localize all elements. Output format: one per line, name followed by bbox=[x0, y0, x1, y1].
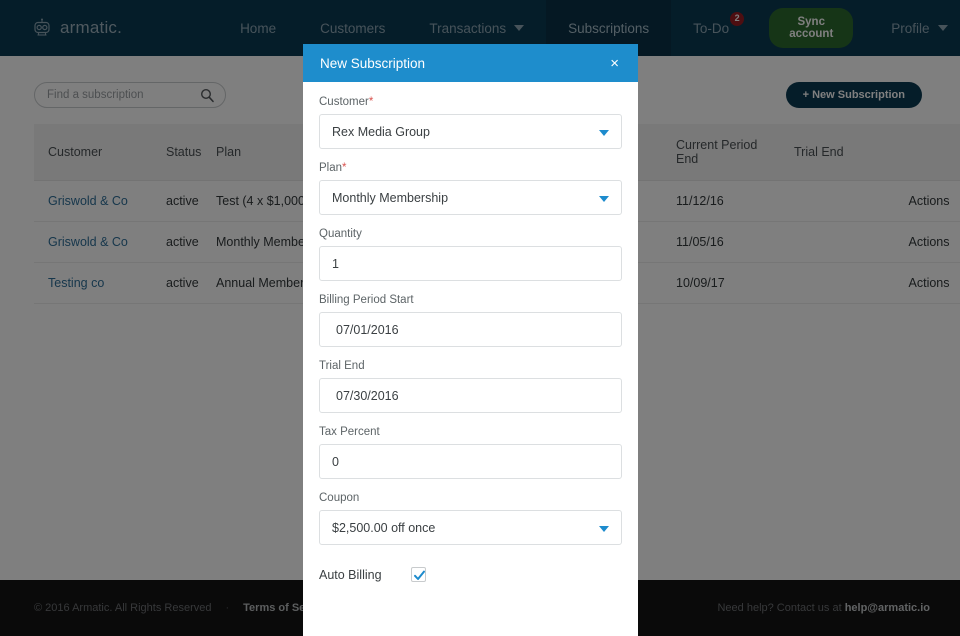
modal-header: New Subscription × bbox=[303, 44, 638, 82]
label-customer-text: Customer bbox=[319, 96, 369, 108]
quantity-input-value: 1 bbox=[332, 256, 339, 271]
field-coupon: Coupon $2,500.00 off once bbox=[319, 492, 622, 545]
chevron-down-icon bbox=[599, 130, 609, 136]
label-quantity: Quantity bbox=[319, 228, 362, 240]
chevron-down-icon bbox=[599, 526, 609, 532]
auto-billing-checkbox[interactable] bbox=[411, 567, 426, 582]
customer-select[interactable]: Rex Media Group bbox=[319, 114, 622, 149]
field-auto-billing: Auto Billing bbox=[319, 567, 622, 582]
billing-period-start-input[interactable]: 07/01/2016 bbox=[319, 312, 622, 347]
field-customer: Customer* Rex Media Group bbox=[319, 96, 622, 149]
required-asterisk: * bbox=[342, 162, 347, 174]
tax-percent-input[interactable]: 0 bbox=[319, 444, 622, 479]
label-customer: Customer* bbox=[319, 96, 622, 108]
label-tax-percent: Tax Percent bbox=[319, 426, 380, 438]
modal-title: New Subscription bbox=[320, 55, 426, 71]
trial-end-input[interactable]: 07/30/2016 bbox=[319, 378, 622, 413]
close-icon[interactable]: × bbox=[608, 56, 621, 71]
label-billing-period-start: Billing Period Start bbox=[319, 294, 414, 306]
modal-body: Customer* Rex Media Group Plan* Monthly … bbox=[303, 82, 638, 636]
label-plan-text: Plan bbox=[319, 162, 343, 174]
plan-select[interactable]: Monthly Membership bbox=[319, 180, 622, 215]
billing-period-start-value: 07/01/2016 bbox=[336, 322, 399, 337]
app-root: armatic. Home Customers Transactions bbox=[0, 0, 960, 636]
quantity-input[interactable]: 1 bbox=[319, 246, 622, 281]
label-plan: Plan* bbox=[319, 162, 622, 174]
field-billing-period-start: Billing Period Start 07/01/2016 bbox=[319, 294, 622, 347]
plan-select-value: Monthly Membership bbox=[332, 190, 449, 205]
label-trial-end: Trial End bbox=[319, 360, 365, 372]
label-coupon: Coupon bbox=[319, 492, 360, 504]
customer-select-value: Rex Media Group bbox=[332, 124, 430, 139]
chevron-down-icon bbox=[599, 196, 609, 202]
coupon-select[interactable]: $2,500.00 off once bbox=[319, 510, 622, 545]
new-subscription-modal: New Subscription × Customer* Rex Media G… bbox=[303, 44, 638, 636]
field-quantity: Quantity 1 bbox=[319, 228, 622, 281]
field-tax-percent: Tax Percent 0 bbox=[319, 426, 622, 479]
required-asterisk: * bbox=[368, 96, 374, 108]
trial-end-value: 07/30/2016 bbox=[336, 388, 399, 403]
field-trial-end: Trial End 07/30/2016 bbox=[319, 360, 622, 413]
check-icon bbox=[414, 570, 425, 580]
tax-percent-value: 0 bbox=[332, 454, 339, 469]
coupon-select-value: $2,500.00 off once bbox=[332, 520, 436, 535]
label-auto-billing: Auto Billing bbox=[319, 567, 382, 582]
field-plan: Plan* Monthly Membership bbox=[319, 162, 622, 215]
